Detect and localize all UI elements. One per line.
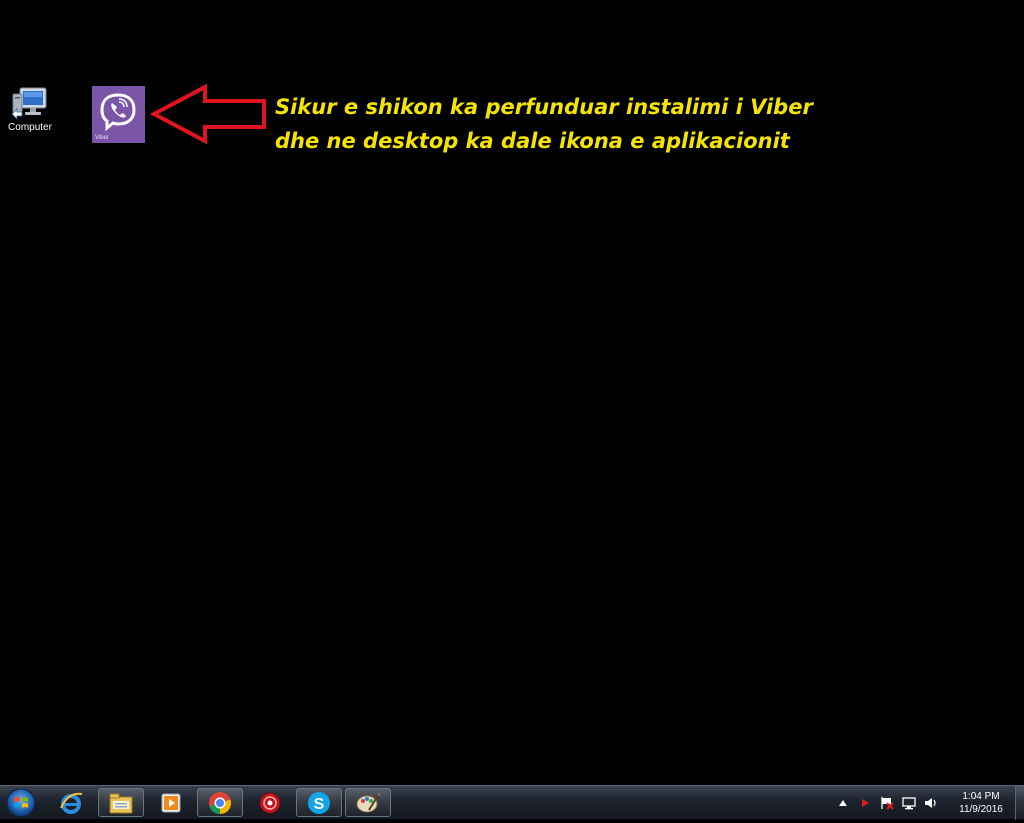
show-desktop-button[interactable] [1015,786,1024,820]
svg-text:S: S [314,796,325,813]
paint-icon [356,792,380,812]
chrome-icon [209,791,232,814]
clock-time: 1:04 PM [962,791,1000,802]
show-hidden-icons-icon[interactable] [835,795,851,811]
taskbar-skype[interactable]: S [296,788,342,817]
taskbar: S 1:04 PM 11/9/2016 [0,785,1024,820]
system-tray: 1:04 PM 11/9/2016 [832,786,1006,820]
action-center-icon[interactable] [879,795,895,811]
windows-start-orb-icon [6,788,36,818]
taskbar-windows-explorer[interactable] [98,788,144,817]
viber-icon [100,93,136,132]
annotation-line-1: Sikur e shikon ka perfunduar instalimi i… [275,95,813,119]
clock-date: 11/9/2016 [959,804,1003,815]
computer-icon [11,87,47,120]
desktop-icon-label: Computer [8,122,52,133]
desktop-icon-computer[interactable]: Computer [4,86,56,133]
annotation-text: Sikur e shikon ka perfunduar instalimi i… [275,90,813,158]
taskbar-internet-explorer[interactable] [48,788,94,817]
windows-explorer-icon [109,793,133,813]
recorder-icon [259,792,281,813]
taskbar-paint[interactable] [345,788,391,817]
media-player-icon [161,793,181,812]
start-button[interactable] [3,787,39,818]
flag-icon[interactable] [857,795,873,811]
internet-explorer-icon [60,792,83,814]
desktop-icon-label: Viber [95,135,109,141]
volume-icon[interactable] [923,795,939,811]
taskbar-chrome[interactable] [197,788,243,817]
desktop: Computer Viber Sikur e shikon ka perfund… [0,0,1024,785]
annotation-line-2: dhe ne desktop ka dale ikona e aplikacio… [275,129,790,153]
annotation-arrow-icon [150,84,266,144]
desktop-icon-viber[interactable]: Viber [92,86,145,143]
taskbar-recorder[interactable] [247,788,293,817]
clock[interactable]: 1:04 PM 11/9/2016 [956,790,1006,816]
skype-icon: S [308,791,330,814]
taskbar-media-player[interactable] [148,788,194,817]
network-icon[interactable] [901,795,917,811]
